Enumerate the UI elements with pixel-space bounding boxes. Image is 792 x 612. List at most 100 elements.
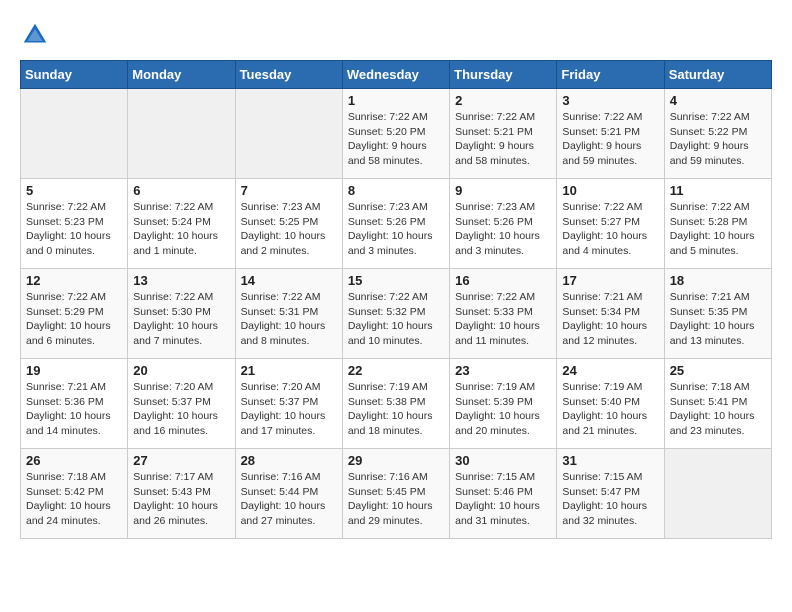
calendar-cell: 15 Sunrise: 7:22 AM Sunset: 5:32 PM Dayli… xyxy=(342,269,449,359)
calendar-cell: 1 Sunrise: 7:22 AM Sunset: 5:20 PM Daylig… xyxy=(342,89,449,179)
day-number: 17 xyxy=(562,273,658,288)
header-sunday: Sunday xyxy=(21,61,128,89)
calendar-cell: 12Sunrise: 7:22 AM Sunset: 5:29 PM Dayli… xyxy=(21,269,128,359)
logo xyxy=(20,20,54,50)
day-number: 11 xyxy=(670,183,766,198)
day-number: 15 xyxy=(348,273,444,288)
day-info: Sunrise: 7:22 AM Sunset: 5:30 PM Dayligh… xyxy=(133,290,229,349)
day-info: Sunrise: 7:22 AM Sunset: 5:33 PM Dayligh… xyxy=(455,290,551,349)
calendar-cell xyxy=(664,449,771,539)
calendar-cell: 16 Sunrise: 7:22 AM Sunset: 5:33 PM Dayli… xyxy=(450,269,557,359)
header-thursday: Thursday xyxy=(450,61,557,89)
day-number: 22 xyxy=(348,363,444,378)
day-number: 25 xyxy=(670,363,766,378)
calendar-cell: 8 Sunrise: 7:23 AM Sunset: 5:26 PM Daylig… xyxy=(342,179,449,269)
day-number: 5 xyxy=(26,183,122,198)
day-info: Sunrise: 7:23 AM Sunset: 5:26 PM Dayligh… xyxy=(455,200,551,259)
day-info: Sunrise: 7:22 AM Sunset: 5:23 PM Dayligh… xyxy=(26,200,122,259)
day-info: Sunrise: 7:22 AM Sunset: 5:32 PM Dayligh… xyxy=(348,290,444,349)
day-info: Sunrise: 7:22 AM Sunset: 5:24 PM Dayligh… xyxy=(133,200,229,259)
day-info: Sunrise: 7:19 AM Sunset: 5:39 PM Dayligh… xyxy=(455,380,551,439)
calendar-cell: 14 Sunrise: 7:22 AM Sunset: 5:31 PM Dayli… xyxy=(235,269,342,359)
header-friday: Friday xyxy=(557,61,664,89)
calendar-cell: 30 Sunrise: 7:15 AM Sunset: 5:46 PM Dayli… xyxy=(450,449,557,539)
calendar-cell: 19Sunrise: 7:21 AM Sunset: 5:36 PM Dayli… xyxy=(21,359,128,449)
header-tuesday: Tuesday xyxy=(235,61,342,89)
calendar-cell: 5 Sunrise: 7:22 AM Sunset: 5:23 PM Daylig… xyxy=(21,179,128,269)
day-info: Sunrise: 7:20 AM Sunset: 5:37 PM Dayligh… xyxy=(241,380,337,439)
calendar-cell: 7Sunrise: 7:23 AM Sunset: 5:25 PM Daylig… xyxy=(235,179,342,269)
calendar-cell: 28 Sunrise: 7:16 AM Sunset: 5:44 PM Dayli… xyxy=(235,449,342,539)
day-number: 7 xyxy=(241,183,337,198)
calendar-cell: 22 Sunrise: 7:19 AM Sunset: 5:38 PM Dayli… xyxy=(342,359,449,449)
calendar-cell: 3Sunrise: 7:22 AM Sunset: 5:21 PM Daylig… xyxy=(557,89,664,179)
day-number: 20 xyxy=(133,363,229,378)
day-info: Sunrise: 7:22 AM Sunset: 5:22 PM Dayligh… xyxy=(670,110,766,169)
calendar-table: SundayMondayTuesdayWednesdayThursdayFrid… xyxy=(20,60,772,539)
day-info: Sunrise: 7:21 AM Sunset: 5:35 PM Dayligh… xyxy=(670,290,766,349)
day-info: Sunrise: 7:22 AM Sunset: 5:21 PM Dayligh… xyxy=(455,110,551,169)
day-info: Sunrise: 7:20 AM Sunset: 5:37 PM Dayligh… xyxy=(133,380,229,439)
calendar-cell: 10Sunrise: 7:22 AM Sunset: 5:27 PM Dayli… xyxy=(557,179,664,269)
calendar-header-row: SundayMondayTuesdayWednesdayThursdayFrid… xyxy=(21,61,772,89)
calendar-cell: 11Sunrise: 7:22 AM Sunset: 5:28 PM Dayli… xyxy=(664,179,771,269)
day-info: Sunrise: 7:22 AM Sunset: 5:20 PM Dayligh… xyxy=(348,110,444,169)
calendar-cell: 23 Sunrise: 7:19 AM Sunset: 5:39 PM Dayli… xyxy=(450,359,557,449)
day-number: 10 xyxy=(562,183,658,198)
day-info: Sunrise: 7:22 AM Sunset: 5:21 PM Dayligh… xyxy=(562,110,658,169)
day-info: Sunrise: 7:23 AM Sunset: 5:26 PM Dayligh… xyxy=(348,200,444,259)
calendar-week-row: 19Sunrise: 7:21 AM Sunset: 5:36 PM Dayli… xyxy=(21,359,772,449)
day-number: 18 xyxy=(670,273,766,288)
day-number: 29 xyxy=(348,453,444,468)
day-info: Sunrise: 7:18 AM Sunset: 5:41 PM Dayligh… xyxy=(670,380,766,439)
day-info: Sunrise: 7:17 AM Sunset: 5:43 PM Dayligh… xyxy=(133,470,229,529)
calendar-cell xyxy=(235,89,342,179)
calendar-cell: 29 Sunrise: 7:16 AM Sunset: 5:45 PM Dayli… xyxy=(342,449,449,539)
calendar-cell: 2 Sunrise: 7:22 AM Sunset: 5:21 PM Daylig… xyxy=(450,89,557,179)
day-number: 9 xyxy=(455,183,551,198)
day-number: 21 xyxy=(241,363,337,378)
calendar-cell xyxy=(128,89,235,179)
logo-icon xyxy=(20,20,50,50)
day-info: Sunrise: 7:16 AM Sunset: 5:44 PM Dayligh… xyxy=(241,470,337,529)
calendar-week-row: 12Sunrise: 7:22 AM Sunset: 5:29 PM Dayli… xyxy=(21,269,772,359)
calendar-cell: 31 Sunrise: 7:15 AM Sunset: 5:47 PM Dayli… xyxy=(557,449,664,539)
calendar-week-row: 1 Sunrise: 7:22 AM Sunset: 5:20 PM Daylig… xyxy=(21,89,772,179)
calendar-cell xyxy=(21,89,128,179)
day-number: 31 xyxy=(562,453,658,468)
header-wednesday: Wednesday xyxy=(342,61,449,89)
day-info: Sunrise: 7:19 AM Sunset: 5:40 PM Dayligh… xyxy=(562,380,658,439)
calendar-cell: 25 Sunrise: 7:18 AM Sunset: 5:41 PM Dayli… xyxy=(664,359,771,449)
day-info: Sunrise: 7:15 AM Sunset: 5:47 PM Dayligh… xyxy=(562,470,658,529)
day-number: 14 xyxy=(241,273,337,288)
day-number: 1 xyxy=(348,93,444,108)
header-saturday: Saturday xyxy=(664,61,771,89)
calendar-cell: 20 Sunrise: 7:20 AM Sunset: 5:37 PM Dayli… xyxy=(128,359,235,449)
calendar-cell: 6 Sunrise: 7:22 AM Sunset: 5:24 PM Daylig… xyxy=(128,179,235,269)
day-number: 2 xyxy=(455,93,551,108)
day-number: 4 xyxy=(670,93,766,108)
day-info: Sunrise: 7:19 AM Sunset: 5:38 PM Dayligh… xyxy=(348,380,444,439)
day-info: Sunrise: 7:22 AM Sunset: 5:31 PM Dayligh… xyxy=(241,290,337,349)
calendar-cell: 24Sunrise: 7:19 AM Sunset: 5:40 PM Dayli… xyxy=(557,359,664,449)
calendar-cell: 17Sunrise: 7:21 AM Sunset: 5:34 PM Dayli… xyxy=(557,269,664,359)
day-number: 12 xyxy=(26,273,122,288)
day-info: Sunrise: 7:16 AM Sunset: 5:45 PM Dayligh… xyxy=(348,470,444,529)
calendar-cell: 26Sunrise: 7:18 AM Sunset: 5:42 PM Dayli… xyxy=(21,449,128,539)
day-number: 23 xyxy=(455,363,551,378)
day-number: 16 xyxy=(455,273,551,288)
calendar-cell: 21 Sunrise: 7:20 AM Sunset: 5:37 PM Dayli… xyxy=(235,359,342,449)
day-number: 8 xyxy=(348,183,444,198)
day-number: 13 xyxy=(133,273,229,288)
day-number: 27 xyxy=(133,453,229,468)
calendar-cell: 9 Sunrise: 7:23 AM Sunset: 5:26 PM Daylig… xyxy=(450,179,557,269)
day-number: 26 xyxy=(26,453,122,468)
page-header xyxy=(20,20,772,50)
day-number: 19 xyxy=(26,363,122,378)
calendar-cell: 27 Sunrise: 7:17 AM Sunset: 5:43 PM Dayli… xyxy=(128,449,235,539)
calendar-week-row: 5 Sunrise: 7:22 AM Sunset: 5:23 PM Daylig… xyxy=(21,179,772,269)
day-number: 6 xyxy=(133,183,229,198)
day-number: 28 xyxy=(241,453,337,468)
day-number: 30 xyxy=(455,453,551,468)
day-info: Sunrise: 7:15 AM Sunset: 5:46 PM Dayligh… xyxy=(455,470,551,529)
